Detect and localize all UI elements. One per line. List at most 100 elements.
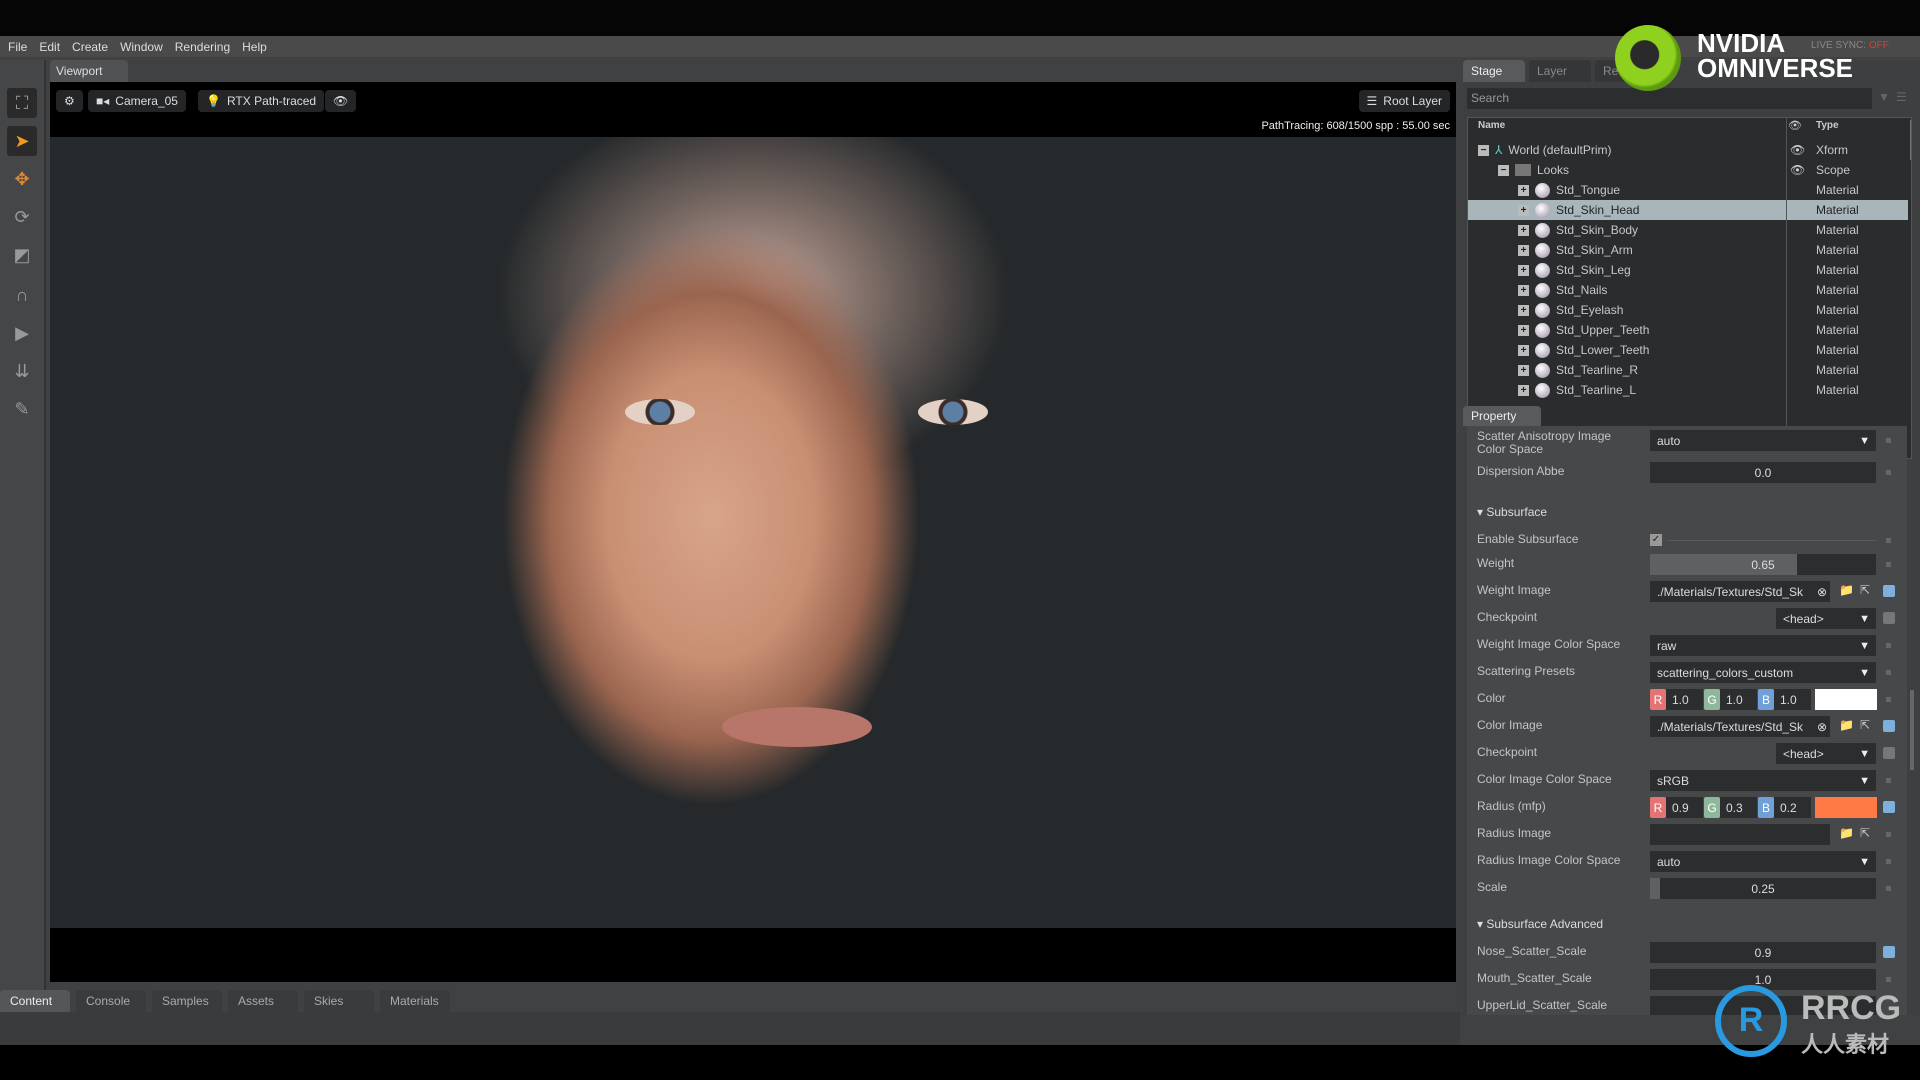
radius-image-path[interactable] [1650,824,1830,845]
clear-icon[interactable]: ⊗ [1817,720,1827,734]
menu-help[interactable]: Help [242,40,267,54]
stage-tree-row[interactable]: + Std_Tearline_R Material [1468,360,1908,380]
menu-icon[interactable]: ☰ [1896,90,1907,104]
physics-drop-icon[interactable]: ⇊ [7,356,37,386]
wics-dropdown[interactable]: raw [1650,635,1876,656]
select-arrow-icon[interactable]: ➤ [7,126,37,156]
presets-dropdown[interactable]: scattering_colors_custom [1650,662,1876,683]
tab-skies[interactable]: Skies [304,990,374,1012]
subsurface-section-header[interactable]: ▾ Subsurface [1477,505,1547,519]
eye-icon[interactable]: 👁 [1790,143,1805,157]
camera-button[interactable]: ■◂ Camera_05 [88,90,186,112]
material-sphere-icon [1535,262,1550,278]
radius-r-field[interactable]: 0.9 [1666,797,1703,818]
paint-brush-icon[interactable]: ✎ [7,394,37,424]
tab-materials[interactable]: Materials [380,990,450,1012]
snap-magnet-icon[interactable]: ∩ [7,280,37,310]
visibility-button[interactable]: 👁 [325,90,357,112]
tab-stage[interactable]: Stage [1463,60,1525,82]
expand-icon[interactable]: + [1518,264,1529,276]
radius-g-field[interactable]: 0.3 [1720,797,1757,818]
menu-edit[interactable]: Edit [39,40,60,54]
stage-tree-row[interactable]: + Std_Lower_Teeth Material [1468,340,1908,360]
play-icon[interactable]: ▶ [7,318,37,348]
tab-layer[interactable]: Layer [1529,60,1591,82]
folder-icon[interactable]: 📁 [1839,826,1854,840]
radius-b-field[interactable]: 0.2 [1774,797,1811,818]
scale-slider[interactable]: 0.25 [1650,878,1876,899]
checkpoint-dropdown[interactable]: <head> [1776,608,1876,629]
expand-icon[interactable]: + [1518,184,1529,196]
rotate-icon[interactable]: ⟳ [7,202,37,232]
open-external-icon[interactable]: ⇱ [1860,718,1870,732]
color-g-field[interactable]: 1.0 [1720,689,1757,710]
enable-subsurface-checkbox[interactable]: ✓ [1650,534,1662,546]
stage-tree-row[interactable]: − ⅄ World (defaultPrim) 👁 Xform [1468,140,1908,160]
renderer-button[interactable]: 💡 RTX Path-traced [198,90,325,112]
eye-icon[interactable]: 👁 [1790,163,1805,177]
clear-icon[interactable]: ⊗ [1817,585,1827,599]
folder-icon[interactable]: 📁 [1839,718,1854,732]
stage-tree-row[interactable]: − Looks 👁 Scope [1468,160,1908,180]
frame-selection-icon[interactable]: ⛶ [7,88,37,118]
color-r-field[interactable]: 1.0 [1666,689,1703,710]
stage-tree-row[interactable]: + Std_Nails Material [1468,280,1908,300]
color-swatch[interactable] [1815,689,1877,710]
viewport[interactable]: ⚙ ■◂ Camera_05 💡 RTX Path-traced 👁 ☰ Root L… [50,82,1456,982]
expand-icon[interactable]: + [1518,244,1529,256]
color-image-path[interactable]: ./Materials/Textures/Std_Sk ⊗ [1650,716,1830,737]
property-scrollbar[interactable] [1910,690,1914,770]
omniverse-logo-icon [1615,25,1681,91]
collapse-icon[interactable]: − [1478,144,1489,156]
expand-icon[interactable]: + [1518,384,1529,396]
stage-tree-row[interactable]: + Std_Skin_Leg Material [1468,260,1908,280]
stage-tree-row[interactable]: + Std_Skin_Head Material [1468,200,1908,220]
radius-swatch[interactable] [1815,797,1877,818]
stage-tree-row[interactable]: + Std_Upper_Teeth Material [1468,320,1908,340]
expand-icon[interactable]: + [1518,304,1529,316]
filter-icon[interactable]: ▼ [1878,90,1890,104]
expand-icon[interactable]: + [1518,364,1529,376]
weight-image-path[interactable]: ./Materials/Textures/Std_Sk ⊗ [1650,581,1830,602]
menu-file[interactable]: File [8,40,27,54]
collapse-icon[interactable]: − [1498,164,1509,176]
viewport-settings-button[interactable]: ⚙ [56,90,83,112]
tab-console[interactable]: Console [76,990,146,1012]
open-external-icon[interactable]: ⇱ [1860,583,1870,597]
expand-icon[interactable]: + [1518,224,1529,236]
expand-icon[interactable]: + [1518,324,1529,336]
tab-assets[interactable]: Assets [228,990,298,1012]
menu-window[interactable]: Window [120,40,163,54]
stage-tree-row[interactable]: + Std_Tongue Material [1468,180,1908,200]
scale-icon[interactable]: ◩ [7,240,37,270]
stage-tree-row[interactable]: + Std_Skin_Body Material [1468,220,1908,240]
tab-content[interactable]: Content [0,990,70,1012]
stage-tree-row[interactable]: + Std_Skin_Arm Material [1468,240,1908,260]
cics-dropdown[interactable]: sRGB [1650,770,1876,791]
root-layer-button[interactable]: ☰ Root Layer [1358,90,1450,112]
stage-tree-row[interactable]: + Std_Tearline_L Material [1468,380,1908,400]
subsurface-advanced-header[interactable]: ▾ Subsurface Advanced [1477,917,1603,931]
rics-dropdown[interactable]: auto [1650,851,1876,872]
weight-value: 0.65 [1751,557,1775,572]
color-b-field[interactable]: 1.0 [1774,689,1811,710]
nose-field[interactable]: 0.9 [1650,942,1876,963]
dispersion-field[interactable]: 0.0 [1650,462,1876,483]
move-icon[interactable]: ✥ [7,164,37,194]
weight-slider[interactable]: 0.65 [1650,554,1876,575]
menu-create[interactable]: Create [72,40,108,54]
live-sync-status[interactable]: LIVE SYNC: OFF [1811,40,1889,51]
tab-samples[interactable]: Samples [152,990,222,1012]
menu-rendering[interactable]: Rendering [175,40,230,54]
folder-icon[interactable]: 📁 [1839,583,1854,597]
stage-tree-row[interactable]: + Std_Eyelash Material [1468,300,1908,320]
expand-icon[interactable]: + [1518,344,1529,356]
tree-scrollbar[interactable] [1910,120,1911,160]
tab-viewport[interactable]: Viewport [50,60,128,82]
tab-property[interactable]: Property [1463,406,1541,426]
open-external-icon[interactable]: ⇱ [1860,826,1870,840]
expand-icon[interactable]: + [1518,284,1529,296]
checkpoint2-dropdown[interactable]: <head> [1776,743,1876,764]
expand-icon[interactable]: + [1518,204,1529,216]
scatter-aniso-dropdown[interactable]: auto [1650,430,1876,451]
